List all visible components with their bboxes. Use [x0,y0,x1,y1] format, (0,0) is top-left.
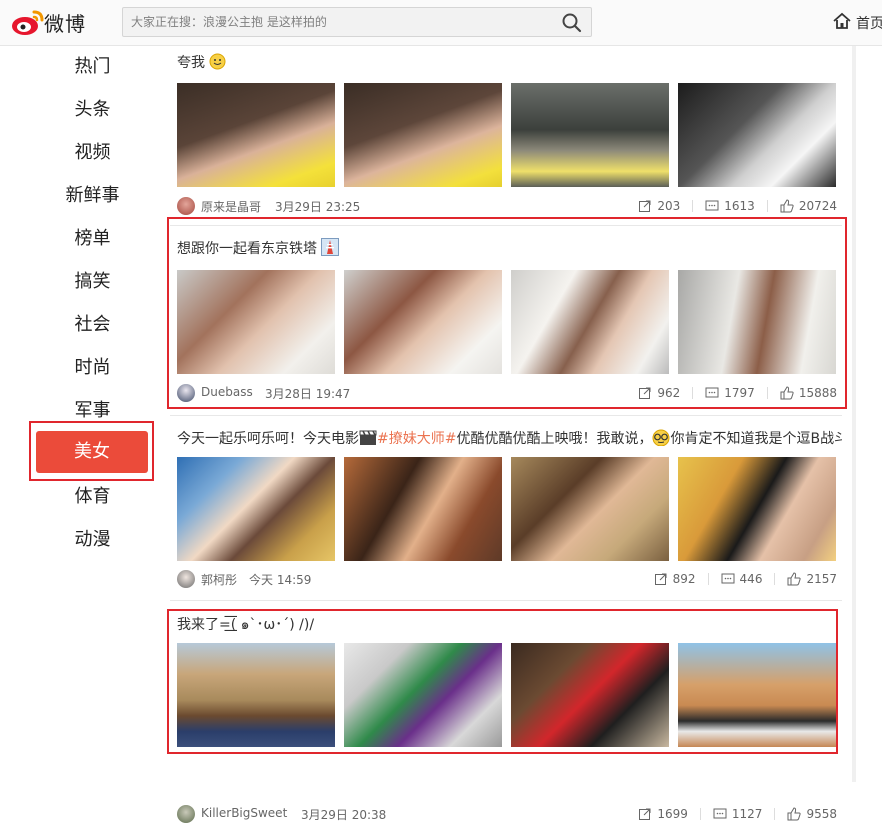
repost-count: 1699 [657,807,688,821]
home-label: 首页 [856,16,882,32]
search-box [122,7,592,37]
comment-icon [713,808,727,819]
post-image[interactable] [344,83,502,187]
repost-count: 892 [672,572,696,586]
sidebar-item-sports[interactable]: 体育 [30,482,155,512]
post-text-content: 你肯定不知道我是个逗B战斗 [670,431,842,447]
post-time: 今天 14:59 [249,573,312,587]
comment-button[interactable]: 1127 [713,807,763,821]
avatar[interactable] [177,570,195,588]
stat-divider [774,808,776,820]
post-stats: 892 446 2157 [642,569,837,589]
post-text-content: 优酷优酷优酷上映哦！我敢说， [456,431,653,447]
post-image[interactable] [511,83,669,187]
post-stats: 1699 1127 9558 [626,804,837,824]
sidebar-item-video[interactable]: 视频 [30,138,155,168]
thumbs-up-icon [787,807,802,821]
sidebar-item-anime[interactable]: 动漫 [30,525,155,555]
repost-icon [654,573,667,585]
glasses-emoji-icon [652,429,670,450]
logo-text: 微博 [44,12,86,36]
clapperboard-emoji-icon [359,430,377,450]
thumbs-up-icon [787,572,802,586]
post-image[interactable] [678,83,836,187]
like-button[interactable]: 20724 [780,199,837,213]
post-text: 夸我 [177,52,837,74]
sidebar-item-hot[interactable]: 热门 [30,52,155,82]
comment-count: 1613 [724,199,755,213]
author-name[interactable]: 郭柯彤 [201,571,237,588]
author-name[interactable]: 原来是晶哥 [201,198,261,215]
like-count: 20724 [798,199,837,213]
post-text-content: 夸我 [177,55,205,71]
sidebar-item-headline[interactable]: 头条 [30,95,155,125]
post-time: 3月29日 23:25 [275,200,361,214]
post-divider [170,415,842,416]
sidebar-item-fashion[interactable]: 时尚 [30,353,155,383]
stat-divider [766,200,768,212]
sidebar-item-ranking[interactable]: 榜单 [30,224,155,254]
post-text-content: 今天一起乐呵乐呵！今天电影 [177,431,359,447]
like-count: 9558 [806,807,837,821]
repost-icon [639,808,651,820]
stat-divider [699,808,701,820]
post-stats: 203 1613 20724 [626,196,837,216]
repost-icon [639,200,651,212]
weibo-logo-icon [12,10,44,35]
search-icon[interactable] [561,12,583,34]
post-image[interactable] [511,457,669,561]
like-button[interactable]: 2157 [787,572,837,586]
like-count: 2157 [806,572,837,586]
search-input[interactable] [131,8,551,36]
highlight-frame-post [167,609,838,754]
post-meta: 原来是晶哥 3月29日 23:25 203 1613 20724 [177,196,837,216]
post-meta: 郭柯彤 今天 14:59 892 446 2157 [177,569,837,589]
home-link[interactable]: 首页 [832,12,882,34]
repost-count: 203 [657,199,681,213]
comment-count: 446 [739,572,763,586]
home-icon [832,11,852,35]
post-text: 今天一起乐呵乐呵！今天电影 #撩妹大师#优酷优酷优酷上映哦！我敢说， 你肯定不知道我… [177,428,842,450]
sidebar-item-fresh[interactable]: 新鲜事 [30,181,155,211]
post-image[interactable] [678,457,836,561]
avatar[interactable] [177,197,195,215]
stat-divider [692,200,694,212]
post-meta: KillerBigSweet 3月29日 20:38 1699 1127 955… [177,804,837,824]
post-image[interactable] [177,83,335,187]
repost-button[interactable]: 203 [638,199,680,213]
highlight-frame-post [167,217,847,409]
comment-icon [721,573,735,584]
highlight-frame-active-category [29,421,154,481]
scrollbar[interactable] [850,46,858,782]
avatar[interactable] [177,805,195,823]
post-image-grid [177,83,837,187]
thumbs-up-icon [780,199,794,213]
post-image-grid [177,457,837,561]
post-time: 3月29日 20:38 [301,808,387,822]
post-image[interactable] [177,457,335,561]
comment-button[interactable]: 446 [721,572,763,586]
scrollbar-track [852,46,856,782]
stat-divider [707,573,709,585]
sidebar-item-funny[interactable]: 搞笑 [30,267,155,297]
comment-button[interactable]: 1613 [705,199,755,213]
post-divider [170,600,842,601]
stat-divider [774,573,776,585]
comment-icon [705,200,719,211]
top-bar: 微博 首页 [0,0,882,46]
post-image[interactable] [344,457,502,561]
hashtag-link[interactable]: #撩妹大师# [377,431,456,447]
smile-emoji-icon [209,53,226,74]
comment-count: 1127 [731,807,763,821]
author-name[interactable]: KillerBigSweet [201,806,287,820]
repost-button[interactable]: 1699 [638,807,688,821]
repost-button[interactable]: 892 [654,572,696,586]
like-button[interactable]: 9558 [787,807,837,821]
sidebar-item-society[interactable]: 社会 [30,310,155,340]
